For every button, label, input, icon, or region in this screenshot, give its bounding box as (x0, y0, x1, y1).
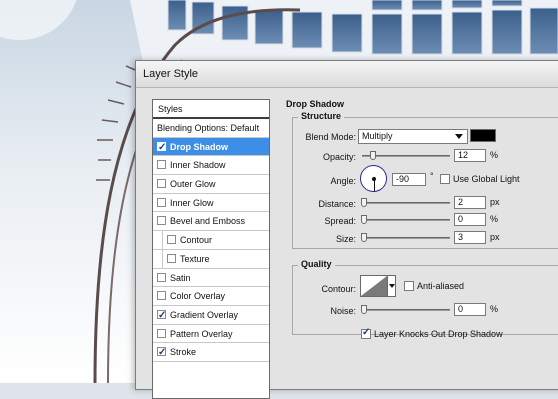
angle-unit: ° (430, 171, 434, 181)
distance-slider-thumb[interactable] (361, 198, 367, 207)
blend-mode-select[interactable]: Multiply (358, 129, 468, 144)
style-item-label: Drop Shadow (170, 141, 228, 152)
style-item-label: Color Overlay (170, 291, 226, 302)
noise-input[interactable]: 0 (454, 303, 486, 316)
style-item-label: Texture (180, 253, 210, 264)
style-item-label: Inner Shadow (170, 160, 226, 171)
contour-dropdown-button[interactable] (388, 275, 396, 297)
style-item-checkbox[interactable] (157, 307, 166, 326)
opacity-input[interactable]: 12 (454, 149, 486, 162)
size-label: Size: (335, 234, 356, 244)
style-item-label: Inner Glow (170, 197, 214, 208)
layer-style-dialog: Layer Style Styles Blending Options: Def… (135, 60, 558, 399)
noise-slider-thumb[interactable] (361, 305, 367, 314)
shadow-color-swatch[interactable] (470, 129, 496, 142)
drop-shadow-title: Drop Shadow (286, 99, 344, 109)
style-item-label: Satin (170, 272, 191, 283)
noise-slider[interactable] (361, 305, 450, 314)
style-item-checkbox[interactable] (157, 272, 166, 282)
style-item-checkbox[interactable] (157, 139, 166, 157)
noise-label: Noise: (330, 306, 356, 316)
spread-input[interactable]: 0 (454, 213, 486, 226)
angle-needle (373, 179, 375, 191)
quality-group (292, 265, 558, 335)
blending-options-label: Blending Options: Default (157, 123, 260, 133)
style-item-checkbox[interactable] (167, 235, 176, 245)
style-item-label: Bevel and Emboss (170, 216, 246, 227)
contour-label: Contour: (321, 284, 356, 294)
style-item-contour[interactable]: Contour (153, 231, 269, 250)
spread-unit: % (490, 214, 499, 224)
size-slider-thumb[interactable] (361, 233, 367, 242)
contour-picker[interactable] (360, 275, 388, 297)
style-item-checkbox[interactable] (157, 328, 166, 338)
style-item-texture[interactable]: Texture (153, 249, 269, 269)
noise-unit: % (490, 304, 499, 314)
use-global-light-checkbox[interactable] (440, 174, 450, 184)
distance-label: Distance: (318, 199, 356, 209)
blend-mode-value: Multiply (362, 131, 393, 141)
style-item-label: Gradient Overlay (170, 309, 239, 320)
style-item-color-overlay[interactable]: Color Overlay (153, 287, 269, 306)
style-item-checkbox[interactable] (157, 291, 166, 301)
chevron-down-icon (389, 284, 395, 288)
size-slider[interactable] (361, 233, 450, 242)
quality-title: Quality (298, 259, 335, 269)
structure-title: Structure (298, 111, 345, 121)
styles-header[interactable]: Styles (153, 100, 269, 119)
style-item-label: Pattern Overlay (170, 328, 233, 339)
style-item-checkbox[interactable] (157, 344, 166, 363)
dialog-title[interactable]: Layer Style (136, 61, 558, 88)
size-input[interactable]: 3 (454, 231, 486, 244)
indent-guide (153, 249, 163, 268)
style-item-bevel-and-emboss[interactable]: Bevel and Emboss (153, 212, 269, 232)
layer-knocks-out-label: Layer Knocks Out Drop Shadow (374, 329, 503, 339)
style-item-stroke[interactable]: Stroke (153, 343, 269, 363)
anti-aliased-label: Anti-aliased (417, 281, 465, 291)
style-item-label: Stroke (170, 347, 197, 358)
distance-slider[interactable] (361, 198, 450, 207)
angle-label: Angle: (330, 176, 356, 186)
style-item-inner-shadow[interactable]: Inner Shadow (153, 156, 269, 176)
opacity-unit: % (490, 150, 499, 160)
style-item-gradient-overlay[interactable]: Gradient Overlay (153, 306, 269, 326)
indent-guide (153, 231, 163, 249)
angle-input[interactable]: -90 (392, 173, 426, 186)
spread-label: Spread: (324, 216, 356, 226)
style-item-label: Outer Glow (170, 179, 216, 190)
distance-unit: px (490, 197, 500, 207)
style-item-checkbox[interactable] (157, 216, 166, 226)
opacity-slider[interactable] (362, 151, 450, 160)
distance-input[interactable]: 2 (454, 196, 486, 209)
anti-aliased-checkbox[interactable] (404, 281, 414, 291)
style-item-label: Contour (180, 235, 213, 246)
layer-knocks-out-checkbox[interactable] (361, 327, 371, 339)
blending-options-item[interactable]: Blending Options: Default (153, 119, 269, 138)
opacity-slider-thumb[interactable] (370, 151, 376, 160)
style-item-inner-glow[interactable]: Inner Glow (153, 194, 269, 213)
blend-mode-label: Blend Mode: (305, 132, 356, 142)
opacity-label: Opacity: (322, 152, 356, 162)
style-item-checkbox[interactable] (157, 197, 166, 207)
angle-dial[interactable] (360, 165, 387, 192)
style-item-drop-shadow[interactable]: Drop Shadow (153, 137, 269, 157)
style-item-checkbox[interactable] (157, 160, 166, 170)
style-item-checkbox[interactable] (167, 253, 176, 263)
use-global-light-label: Use Global Light (453, 174, 520, 184)
style-item-satin[interactable]: Satin (153, 269, 269, 288)
chevron-down-icon (455, 134, 463, 139)
style-item-pattern-overlay[interactable]: Pattern Overlay (153, 325, 269, 344)
drop-shadow-panel: Drop Shadow Structure Blend Mode: Multip… (284, 99, 558, 399)
spread-slider-thumb[interactable] (361, 215, 367, 224)
style-item-outer-glow[interactable]: Outer Glow (153, 175, 269, 194)
size-unit: px (490, 232, 500, 242)
style-item-checkbox[interactable] (157, 179, 166, 189)
spread-slider[interactable] (361, 215, 450, 224)
styles-list: Styles Blending Options: Default Drop Sh… (152, 99, 270, 399)
contour-curve-icon (361, 276, 387, 296)
